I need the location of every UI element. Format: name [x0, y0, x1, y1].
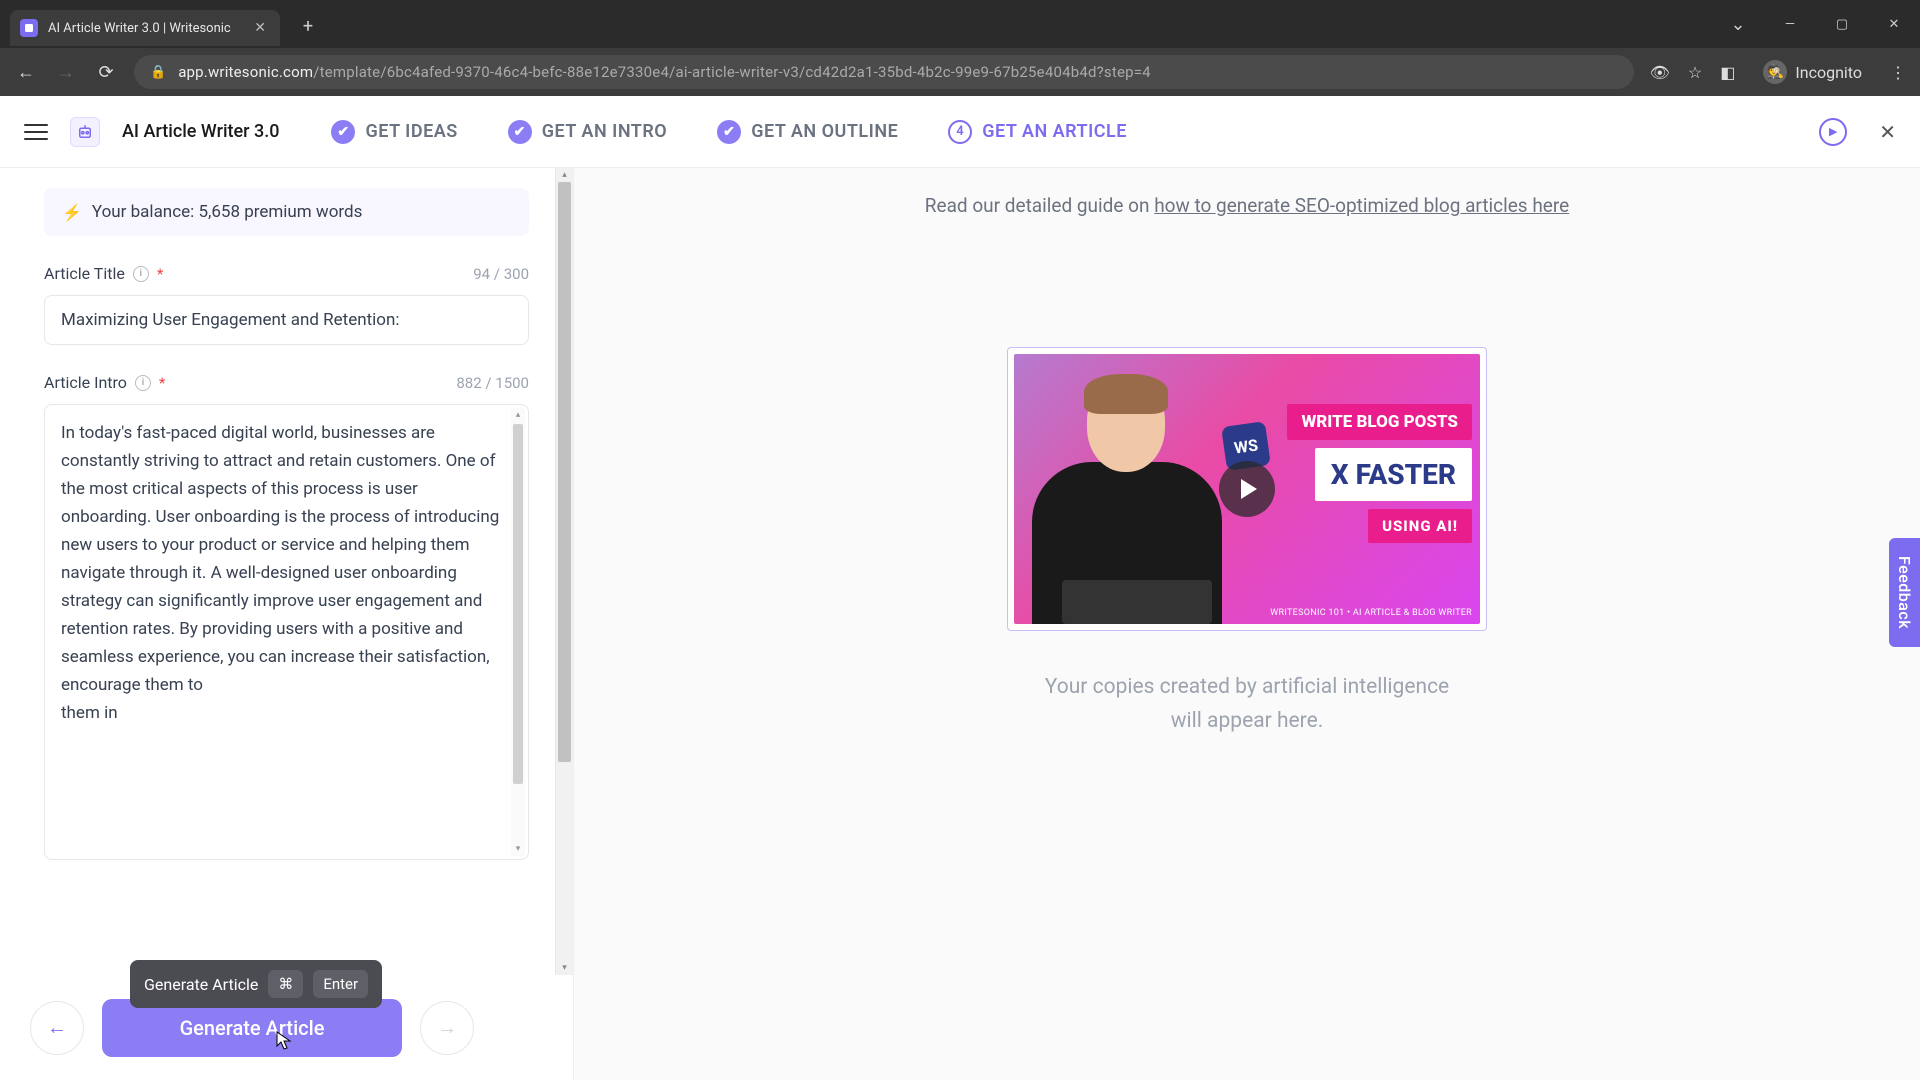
forward-icon: → — [54, 62, 78, 83]
check-icon: ✔ — [717, 120, 741, 144]
article-title-input[interactable] — [44, 295, 529, 345]
balance-text: Your balance: 5,658 premium words — [92, 202, 362, 222]
scrollbar-thumb[interactable] — [513, 424, 523, 784]
lock-icon: 🔒 — [150, 65, 166, 80]
step-get-outline[interactable]: ✔GET AN OUTLINE — [717, 120, 898, 144]
article-title-label-row: Article Title i * 94 / 300 — [44, 264, 529, 283]
video-badge-1: WRITE BLOG POSTS — [1287, 404, 1472, 440]
required-indicator: * — [157, 265, 163, 283]
incognito-icon: 🕵 — [1763, 60, 1787, 84]
prev-step-button[interactable]: ← — [30, 1001, 84, 1055]
balance-pill: ⚡ Your balance: 5,658 premium words — [44, 188, 529, 236]
kebab-menu-icon[interactable]: ⋮ — [1890, 63, 1906, 82]
app-header: AI Article Writer 3.0 ✔GET IDEAS ✔GET AN… — [0, 96, 1920, 168]
browser-address-bar: ← → ⟳ 🔒 app.writesonic.com/template/6bc4… — [0, 48, 1920, 96]
back-icon[interactable]: ← — [14, 62, 38, 83]
close-icon[interactable]: ✕ — [254, 20, 266, 36]
url-field[interactable]: 🔒 app.writesonic.com/template/6bc4afed-9… — [134, 55, 1634, 89]
tab-favicon — [20, 19, 38, 37]
scroll-down-icon[interactable]: ▾ — [556, 961, 573, 975]
bookmark-star-icon[interactable]: ☆ — [1688, 63, 1702, 82]
tab-title: AI Article Writer 3.0 | Writesonic — [48, 21, 231, 36]
article-title-counter: 94 / 300 — [473, 265, 529, 283]
guide-text: Read our detailed guide on how to genera… — [614, 194, 1880, 217]
maximize-icon[interactable]: ▢ — [1816, 14, 1868, 35]
sidebar-scrollbar[interactable]: ▴ ▾ — [555, 168, 573, 975]
step-get-ideas[interactable]: ✔GET IDEAS — [331, 120, 457, 144]
tab-search-icon[interactable]: ⌄ — [1712, 14, 1764, 35]
tutorial-video-thumbnail[interactable]: WS WRITE BLOG POSTS X FASTER USING AI! W… — [1007, 347, 1487, 631]
enter-key-icon: Enter — [313, 970, 368, 998]
video-footer-text: WRITESONIC 101 • AI ARTICLE & BLOG WRITE… — [1270, 608, 1472, 618]
video-badge-2: X FASTER — [1315, 448, 1472, 501]
eye-off-icon[interactable]: 👁 — [1650, 63, 1670, 82]
required-indicator: * — [159, 374, 165, 392]
bolt-icon: ⚡ — [62, 203, 82, 222]
browser-tab-strip: AI Article Writer 3.0 | Writesonic ✕ + ⌄… — [0, 0, 1920, 48]
app-logo — [70, 117, 100, 147]
article-intro-wrap: ▴ ▾ — [44, 404, 529, 860]
sidebar-form: ⚡ Your balance: 5,658 premium words Artic… — [0, 168, 574, 1080]
reload-icon[interactable]: ⟳ — [94, 62, 118, 83]
article-intro-label-row: Article Intro i * 882 / 1500 — [44, 373, 529, 392]
guide-link[interactable]: how to generate SEO-optimized blog artic… — [1154, 194, 1569, 217]
browser-tab[interactable]: AI Article Writer 3.0 | Writesonic ✕ — [10, 10, 280, 46]
app-title: AI Article Writer 3.0 — [122, 121, 279, 142]
content-area: Read our detailed guide on how to genera… — [574, 168, 1920, 1080]
scrollbar-thumb[interactable] — [558, 182, 571, 762]
feedback-tab[interactable]: Feedback — [1889, 538, 1920, 647]
step-number: 4 — [948, 120, 972, 144]
side-panel-icon[interactable]: ◧ — [1720, 63, 1735, 82]
info-icon[interactable]: i — [133, 266, 149, 282]
scroll-up-icon[interactable]: ▴ — [556, 168, 573, 182]
scroll-up-icon[interactable]: ▴ — [511, 408, 525, 422]
step-get-intro[interactable]: ✔GET AN INTRO — [508, 120, 667, 144]
check-icon: ✔ — [508, 120, 532, 144]
textarea-scrollbar[interactable]: ▴ ▾ — [511, 408, 525, 856]
article-intro-label: Article Intro — [44, 373, 127, 392]
check-icon: ✔ — [331, 120, 355, 144]
play-tutorial-icon[interactable]: ▶ — [1819, 118, 1847, 146]
generate-tooltip: Generate Article ⌘ Enter — [130, 960, 382, 1008]
window-controls: ⌄ — ▢ ✕ — [1712, 14, 1920, 35]
main-layout: ⚡ Your balance: 5,658 premium words Artic… — [0, 168, 1920, 1080]
hamburger-menu-icon[interactable] — [24, 124, 48, 140]
close-window-icon[interactable]: ✕ — [1868, 14, 1920, 35]
scroll-down-icon[interactable]: ▾ — [511, 842, 525, 856]
play-icon[interactable] — [1219, 461, 1275, 517]
empty-state-text: Your copies created by artificial intell… — [614, 671, 1880, 738]
step-get-article[interactable]: 4GET AN ARTICLE — [948, 120, 1127, 144]
next-step-button: → — [420, 1001, 474, 1055]
person-illustration — [1032, 374, 1222, 624]
article-intro-counter: 882 / 1500 — [456, 374, 529, 392]
cmd-key-icon: ⌘ — [268, 970, 303, 998]
step-progress: ✔GET IDEAS ✔GET AN INTRO ✔GET AN OUTLINE… — [331, 120, 1797, 144]
generate-button-label: Generate Article — [180, 1016, 325, 1040]
close-icon[interactable]: ✕ — [1879, 120, 1896, 144]
tooltip-text: Generate Article — [144, 975, 258, 994]
info-icon[interactable]: i — [135, 375, 151, 391]
url-text: app.writesonic.com/template/6bc4afed-937… — [178, 63, 1151, 81]
article-title-label: Article Title — [44, 264, 125, 283]
article-intro-textarea[interactable] — [45, 405, 528, 855]
video-text-badges: WRITE BLOG POSTS X FASTER USING AI! — [1287, 404, 1472, 543]
minimize-icon[interactable]: — — [1764, 14, 1816, 35]
sidebar-footer: Generate Article ⌘ Enter ← Generate Arti… — [0, 975, 573, 1080]
new-tab-button[interactable]: + — [294, 12, 322, 40]
video-badge-3: USING AI! — [1368, 509, 1472, 543]
incognito-badge[interactable]: 🕵Incognito — [1753, 56, 1872, 88]
